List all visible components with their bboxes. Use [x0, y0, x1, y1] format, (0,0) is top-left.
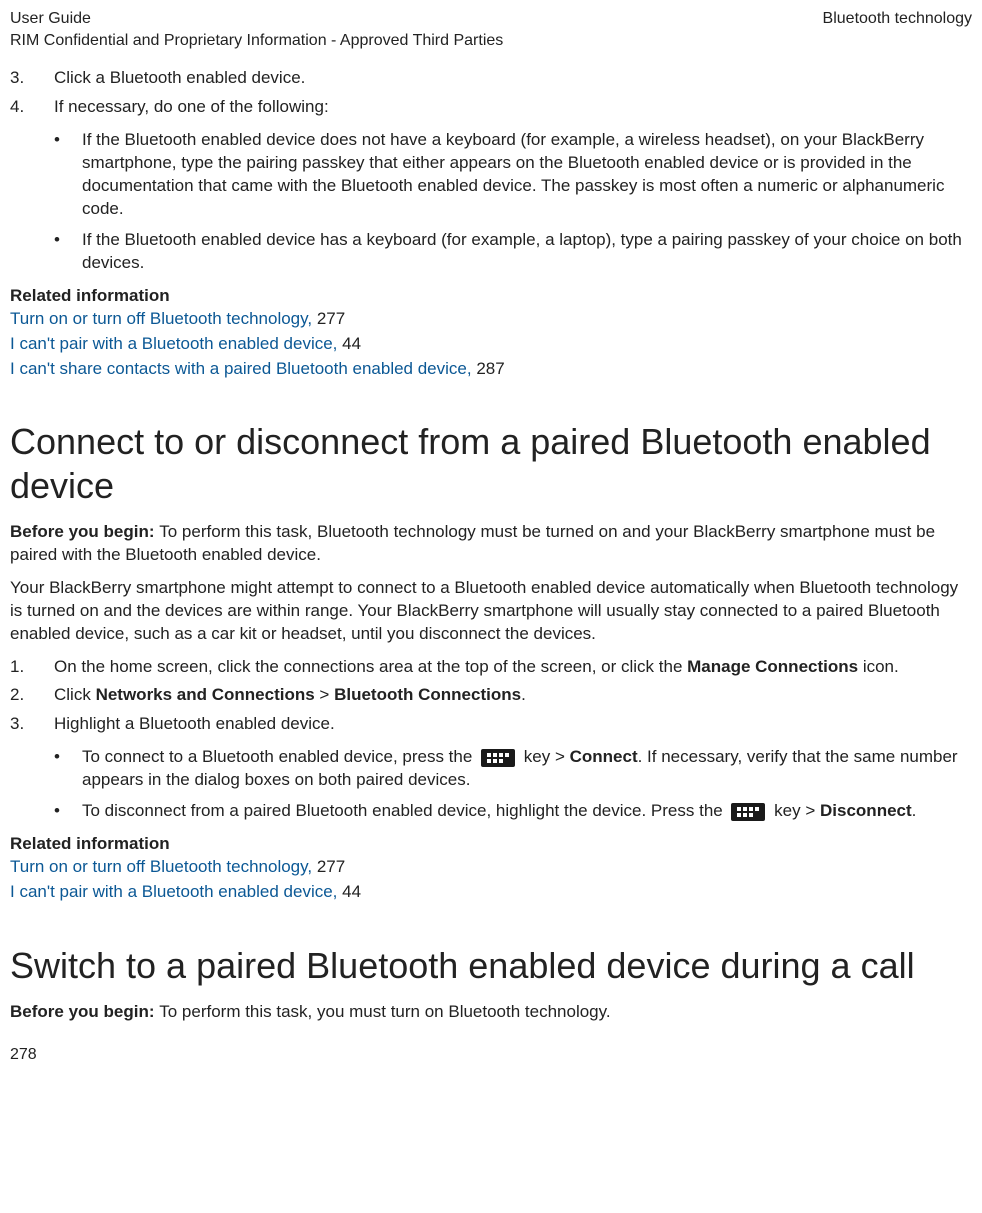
list-item: • To connect to a Bluetooth enabled devi… [10, 746, 972, 792]
related-link-row: I can't pair with a Bluetooth enabled de… [10, 333, 972, 356]
list-item: 2. Click Networks and Connections > Blue… [10, 684, 972, 707]
menu-key-icon [731, 803, 765, 821]
related-link[interactable]: Turn on or turn off Bluetooth technology… [10, 309, 312, 328]
bullet-text: If the Bluetooth enabled device does not… [82, 129, 972, 221]
numbered-list-top: 3. Click a Bluetooth enabled device. 4. … [10, 67, 972, 119]
related-information-1: Related information Turn on or turn off … [10, 285, 972, 381]
related-page: 277 [312, 857, 345, 876]
bullet-text: To disconnect from a paired Bluetooth en… [82, 800, 972, 823]
step-text: Highlight a Bluetooth enabled device. [54, 713, 972, 736]
before-label: Before you begin: [10, 1002, 159, 1021]
related-link[interactable]: I can't pair with a Bluetooth enabled de… [10, 334, 337, 353]
bullet-text: To connect to a Bluetooth enabled device… [82, 746, 972, 792]
related-information-2: Related information Turn on or turn off … [10, 833, 972, 904]
section-title-switch: Switch to a paired Bluetooth enabled dev… [10, 944, 972, 987]
step-text: On the home screen, click the connection… [54, 656, 972, 679]
section-title-connect: Connect to or disconnect from a paired B… [10, 420, 972, 506]
related-link-row: Turn on or turn off Bluetooth technology… [10, 308, 972, 331]
before-you-begin-2: Before you begin: To perform this task, … [10, 1001, 972, 1024]
step-number: 1. [10, 656, 54, 679]
list-item: 1. On the home screen, click the connect… [10, 656, 972, 679]
bullet-text: If the Bluetooth enabled device has a ke… [82, 229, 972, 275]
list-item: • If the Bluetooth enabled device does n… [10, 129, 972, 221]
related-link[interactable]: I can't pair with a Bluetooth enabled de… [10, 882, 337, 901]
bullet-icon: • [10, 229, 82, 275]
menu-key-icon [481, 749, 515, 767]
step-number: 4. [10, 96, 54, 119]
before-label: Before you begin: [10, 522, 159, 541]
page-header: User Guide RIM Confidential and Propriet… [10, 0, 972, 51]
list-item: 3. Click a Bluetooth enabled device. [10, 67, 972, 90]
related-link-row: I can't pair with a Bluetooth enabled de… [10, 881, 972, 904]
related-link-row: Turn on or turn off Bluetooth technology… [10, 856, 972, 879]
list-item: 3. Highlight a Bluetooth enabled device. [10, 713, 972, 736]
related-link-row: I can't share contacts with a paired Blu… [10, 358, 972, 381]
list-item: • To disconnect from a paired Bluetooth … [10, 800, 972, 823]
bullet-icon: • [10, 129, 82, 221]
numbered-list-connect: 1. On the home screen, click the connect… [10, 656, 972, 737]
list-item: 4. If necessary, do one of the following… [10, 96, 972, 119]
page-content: 3. Click a Bluetooth enabled device. 4. … [10, 67, 972, 1065]
header-right: Bluetooth technology [823, 8, 972, 51]
bullet-icon: • [10, 800, 82, 823]
list-item: • If the Bluetooth enabled device has a … [10, 229, 972, 275]
step-text: Click a Bluetooth enabled device. [54, 67, 972, 90]
page-number: 278 [10, 1044, 972, 1066]
before-text: To perform this task, you must turn on B… [159, 1002, 610, 1021]
bullet-list-connect: • To connect to a Bluetooth enabled devi… [10, 746, 972, 823]
related-heading: Related information [10, 833, 972, 856]
before-you-begin: Before you begin: To perform this task, … [10, 521, 972, 567]
header-left: User Guide RIM Confidential and Propriet… [10, 8, 503, 51]
step-number: 3. [10, 713, 54, 736]
step-text: Click Networks and Connections > Bluetoo… [54, 684, 972, 707]
related-page: 44 [337, 882, 361, 901]
intro-paragraph: Your BlackBerry smartphone might attempt… [10, 577, 972, 646]
bullet-list-top: • If the Bluetooth enabled device does n… [10, 129, 972, 275]
step-number: 2. [10, 684, 54, 707]
step-text: If necessary, do one of the following: [54, 96, 972, 119]
related-heading: Related information [10, 285, 972, 308]
related-link[interactable]: I can't share contacts with a paired Blu… [10, 359, 472, 378]
step-number: 3. [10, 67, 54, 90]
header-subtitle: RIM Confidential and Proprietary Informa… [10, 30, 503, 52]
related-page: 44 [337, 334, 361, 353]
related-link[interactable]: Turn on or turn off Bluetooth technology… [10, 857, 312, 876]
bullet-icon: • [10, 746, 82, 792]
related-page: 277 [312, 309, 345, 328]
related-page: 287 [472, 359, 505, 378]
header-title: User Guide [10, 8, 503, 30]
